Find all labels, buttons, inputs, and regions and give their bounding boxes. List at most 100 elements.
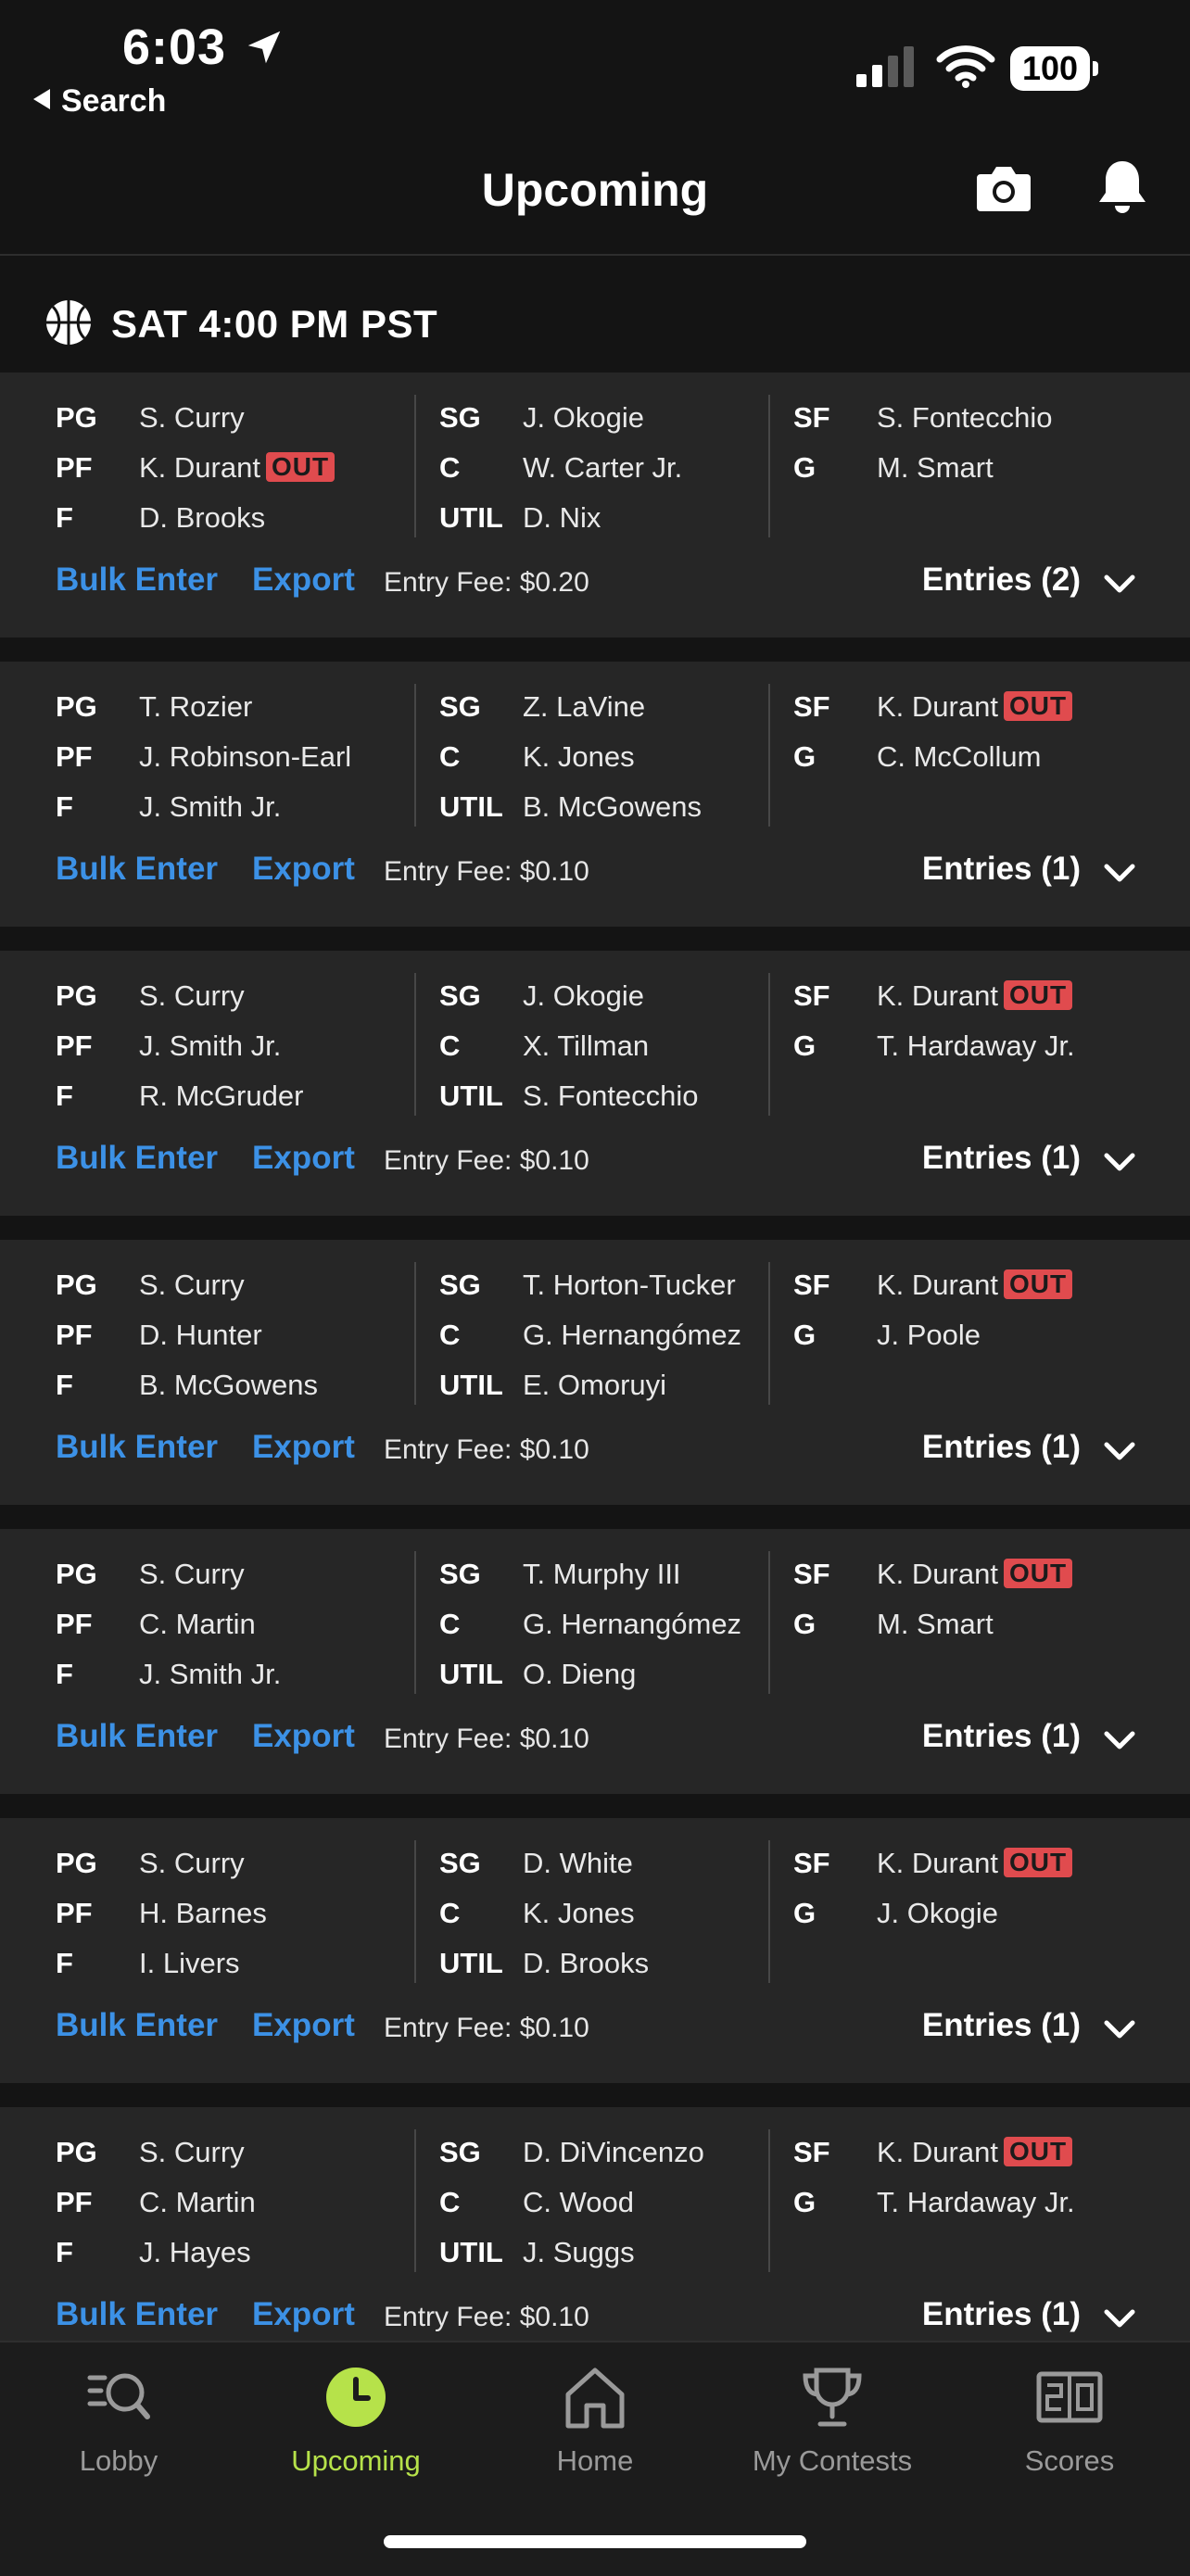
player-row[interactable]: UTIL S. Fontecchio <box>439 1071 764 1121</box>
entries-toggle[interactable]: Entries (1) <box>922 1429 1081 1466</box>
player-row[interactable]: C C. Wood <box>439 2178 764 2228</box>
player-row[interactable]: SG D. White <box>439 1838 764 1888</box>
player-row[interactable]: UTIL J. Suggs <box>439 2228 764 2278</box>
player-row[interactable]: G T. Hardaway Jr. <box>793 1021 1183 1071</box>
player-row[interactable]: UTIL O. Dieng <box>439 1649 764 1699</box>
home-indicator[interactable] <box>384 2535 806 2548</box>
player-row[interactable]: PG S. Curry <box>56 1838 408 1888</box>
bulk-enter-button[interactable]: Bulk Enter <box>56 562 218 599</box>
bulk-enter-button[interactable]: Bulk Enter <box>56 1718 218 1755</box>
export-button[interactable]: Export <box>252 851 355 888</box>
player-row[interactable]: PG S. Curry <box>56 2128 408 2178</box>
tab-my-contests[interactable]: My Contests <box>714 2363 951 2493</box>
bulk-enter-button[interactable]: Bulk Enter <box>56 2007 218 2044</box>
player-row[interactable]: SF K. Durant OUT <box>793 2128 1183 2178</box>
player-row[interactable]: SF K. Durant OUT <box>793 682 1183 732</box>
chevron-down-icon[interactable] <box>1101 854 1138 891</box>
entries-toggle[interactable]: Entries (1) <box>922 851 1081 888</box>
bulk-enter-button[interactable]: Bulk Enter <box>56 1140 218 1177</box>
player-row[interactable]: PF J. Robinson-Earl <box>56 732 408 782</box>
player-row[interactable]: F I. Livers <box>56 1938 408 1989</box>
tab-home[interactable]: Home <box>476 2363 714 2493</box>
player-row[interactable]: G J. Okogie <box>793 1888 1183 1938</box>
player-row[interactable]: PG S. Curry <box>56 1549 408 1599</box>
player-row[interactable]: F D. Brooks <box>56 493 408 543</box>
entries-toggle[interactable]: Entries (1) <box>922 2296 1081 2333</box>
entries-toggle[interactable]: Entries (1) <box>922 2007 1081 2044</box>
player-row[interactable]: UTIL B. McGowens <box>439 782 764 832</box>
player-row[interactable]: PG S. Curry <box>56 1260 408 1310</box>
player-row[interactable]: UTIL D. Brooks <box>439 1938 764 1989</box>
player-row[interactable]: SF K. Durant OUT <box>793 1260 1183 1310</box>
player-name-wrap: J. Suggs <box>523 2228 635 2278</box>
player-position: C <box>439 1608 461 1640</box>
chevron-down-icon[interactable] <box>1101 2300 1138 2337</box>
tab-scores[interactable]: Scores <box>951 2363 1188 2493</box>
player-row[interactable]: SG D. DiVincenzo <box>439 2128 764 2178</box>
export-button[interactable]: Export <box>252 562 355 599</box>
player-row[interactable]: PG S. Curry <box>56 393 408 443</box>
player-row[interactable]: SG Z. LaVine <box>439 682 764 732</box>
player-row[interactable]: SG T. Horton-Tucker <box>439 1260 764 1310</box>
player-row[interactable]: SG J. Okogie <box>439 971 764 1021</box>
entries-toggle[interactable]: Entries (1) <box>922 1718 1081 1755</box>
player-row[interactable]: PG T. Rozier <box>56 682 408 732</box>
player-row[interactable]: F B. McGowens <box>56 1360 408 1410</box>
player-row[interactable]: G M. Smart <box>793 443 1183 493</box>
player-row[interactable]: SF K. Durant OUT <box>793 1838 1183 1888</box>
chevron-down-icon[interactable] <box>1101 565 1138 602</box>
column-divider <box>768 395 770 537</box>
bell-icon[interactable] <box>1094 158 1151 217</box>
player-row[interactable]: G J. Poole <box>793 1310 1183 1360</box>
player-row[interactable]: SG J. Okogie <box>439 393 764 443</box>
bulk-enter-button[interactable]: Bulk Enter <box>56 2296 218 2333</box>
chevron-down-icon[interactable] <box>1101 2011 1138 2048</box>
player-name-wrap: C. Martin <box>139 2178 256 2228</box>
player-row[interactable]: PF C. Martin <box>56 1599 408 1649</box>
player-row[interactable]: C X. Tillman <box>439 1021 764 1071</box>
player-row[interactable]: F J. Smith Jr. <box>56 782 408 832</box>
player-row[interactable]: C K. Jones <box>439 732 764 782</box>
entries-toggle[interactable]: Entries (1) <box>922 1140 1081 1177</box>
export-button[interactable]: Export <box>252 1429 355 1466</box>
player-row[interactable]: UTIL D. Nix <box>439 493 764 543</box>
player-row[interactable]: G M. Smart <box>793 1599 1183 1649</box>
player-row[interactable]: G T. Hardaway Jr. <box>793 2178 1183 2228</box>
player-row[interactable]: SF K. Durant OUT <box>793 971 1183 1021</box>
clock-icon <box>326 2368 386 2427</box>
player-row[interactable]: SF S. Fontecchio <box>793 393 1183 443</box>
export-button[interactable]: Export <box>252 1140 355 1177</box>
export-button[interactable]: Export <box>252 2007 355 2044</box>
player-row[interactable]: F R. McGruder <box>56 1071 408 1121</box>
player-row[interactable]: UTIL E. Omoruyi <box>439 1360 764 1410</box>
bulk-enter-button[interactable]: Bulk Enter <box>56 851 218 888</box>
export-button[interactable]: Export <box>252 1718 355 1755</box>
tab-lobby[interactable]: Lobby <box>0 2363 237 2493</box>
player-row[interactable]: PF C. Martin <box>56 2178 408 2228</box>
camera-icon[interactable] <box>975 161 1032 213</box>
player-row[interactable]: F J. Hayes <box>56 2228 408 2278</box>
player-name-wrap: T. Murphy III <box>523 1549 681 1599</box>
player-row[interactable]: C G. Hernangómez <box>439 1310 764 1360</box>
chevron-down-icon[interactable] <box>1101 1143 1138 1181</box>
export-button[interactable]: Export <box>252 2296 355 2333</box>
player-row[interactable]: F J. Smith Jr. <box>56 1649 408 1699</box>
player-row[interactable]: PF K. Durant OUT <box>56 443 408 493</box>
player-row[interactable]: PF D. Hunter <box>56 1310 408 1360</box>
tab-upcoming[interactable]: Upcoming <box>237 2363 475 2493</box>
back-to-search-button[interactable]: Search <box>33 83 166 120</box>
chevron-down-icon[interactable] <box>1101 1722 1138 1759</box>
chevron-down-icon[interactable] <box>1101 1433 1138 1470</box>
bulk-enter-button[interactable]: Bulk Enter <box>56 1429 218 1466</box>
player-row[interactable]: PF J. Smith Jr. <box>56 1021 408 1071</box>
player-row[interactable]: C W. Carter Jr. <box>439 443 764 493</box>
player-row[interactable]: C K. Jones <box>439 1888 764 1938</box>
player-row[interactable]: PG S. Curry <box>56 971 408 1021</box>
player-row[interactable]: SF K. Durant OUT <box>793 1549 1183 1599</box>
player-row[interactable]: PF H. Barnes <box>56 1888 408 1938</box>
player-row[interactable]: C G. Hernangómez <box>439 1599 764 1649</box>
entries-toggle[interactable]: Entries (2) <box>922 562 1081 599</box>
player-row[interactable]: SG T. Murphy III <box>439 1549 764 1599</box>
player-row[interactable]: G C. McCollum <box>793 732 1183 782</box>
lineup-list[interactable]: PG S. Curry PF K. Durant OUT F D. Brooks SG J. O… <box>0 373 1190 2341</box>
